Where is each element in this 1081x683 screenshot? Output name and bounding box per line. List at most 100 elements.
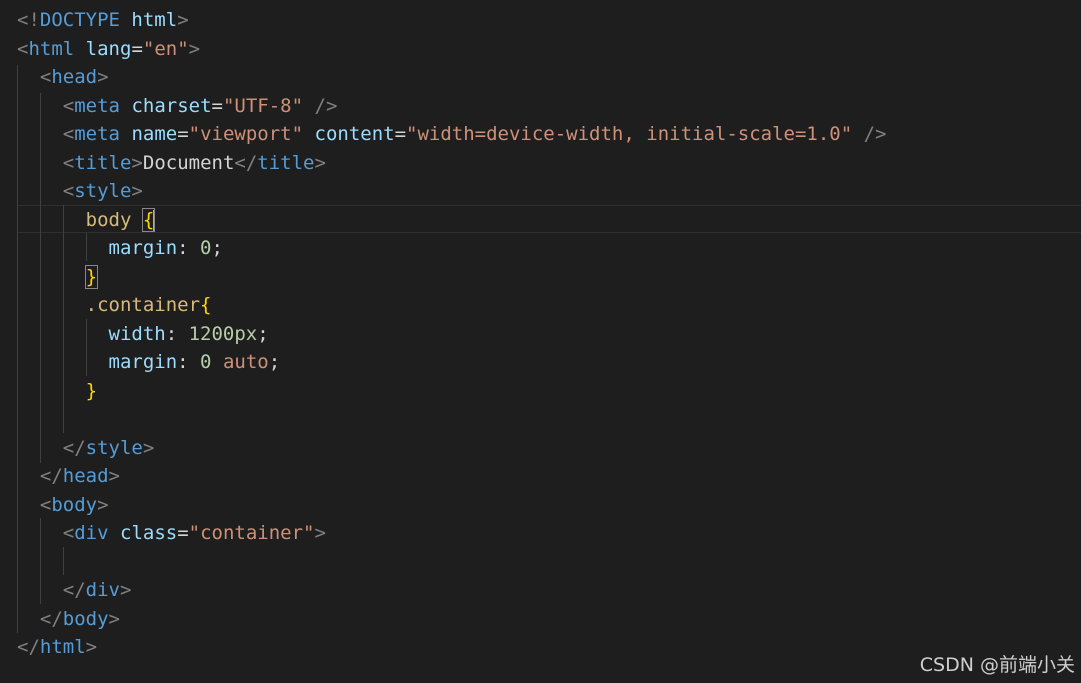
code-line-text: margin: 0; [17,234,223,263]
code-token: ; [268,351,281,373]
code-line[interactable]: <meta name="viewport" content="width=dev… [0,120,1081,149]
code-token: < [39,493,52,516]
code-token: /> [314,94,338,117]
code-token: : [165,322,189,345]
code-token: div [74,522,109,544]
code-line[interactable]: <title>Document</title> [0,149,1081,178]
code-line-text: <title>Document</title> [17,149,326,178]
code-line[interactable]: <div class="container"> [0,519,1081,548]
code-line-text: </head> [17,462,120,491]
code-token: title [74,151,132,174]
code-line[interactable]: <head> [0,63,1081,92]
code-line[interactable]: <body> [0,491,1081,520]
code-token: : [177,351,201,373]
code-token: > [188,37,201,60]
code-token: > [131,180,143,202]
code-line[interactable]: margin: 0; [0,234,1081,263]
code-token: name [131,123,178,145]
code-token: > [177,9,189,31]
code-line[interactable]: <!DOCTYPE html> [0,6,1081,35]
code-token: style [74,180,132,202]
code-token: </ [62,436,86,459]
code-token: } [84,264,99,289]
code-token: auto [222,351,269,373]
code-token: : [177,237,201,259]
code-token: DOCTYPE [39,9,120,31]
code-line[interactable]: </body> [0,605,1081,634]
code-line[interactable]: .container{ [0,291,1081,320]
code-line[interactable]: } [0,263,1081,292]
code-token: /> [863,123,887,145]
code-line[interactable]: body { [0,206,1081,235]
code-token: </ [17,636,40,658]
code-token: > [314,151,326,174]
code-line[interactable] [0,548,1081,577]
code-token: head [51,66,98,88]
code-token: < [62,522,75,544]
code-token: class [120,522,178,544]
code-line[interactable]: <style> [0,177,1081,206]
code-line[interactable] [0,405,1081,434]
code-token: < [17,37,29,60]
code-line-text: </body> [17,605,120,634]
code-line-text: margin: 0 auto; [17,348,281,377]
code-token: = [394,123,407,145]
code-token: < [62,151,75,174]
code-line[interactable]: width: 1200px; [0,320,1081,349]
code-token: > [97,493,109,516]
code-token: head [62,465,109,487]
code-line[interactable]: </div> [0,576,1081,605]
code-token: .container [85,294,201,316]
code-token: > [314,522,326,544]
code-token: 0 [200,237,212,259]
code-line-text: <style> [17,177,143,206]
code-token: } [85,379,98,402]
code-token: = [131,37,143,60]
code-token: < [39,66,52,88]
code-token: charset [131,94,212,117]
code-token: ; [211,237,223,259]
code-line-text: <head> [17,63,109,92]
code-token: "en" [142,37,189,60]
code-editor[interactable]: <!DOCTYPE html> <html lang="en"> <head> <… [0,0,1081,683]
code-line-text: </html> [17,633,97,662]
code-line-text: <html lang="en"> [17,35,200,64]
code-token: > [119,579,132,601]
code-token: "UTF-8" [222,94,304,117]
code-token: meta [74,94,120,117]
code-token: margin [108,351,178,373]
code-line-text: body { [17,206,156,235]
code-line[interactable]: <html lang="en"> [0,35,1081,64]
code-token: > [108,465,120,487]
code-line[interactable]: <meta charset="UTF-8" /> [0,92,1081,121]
code-token: margin [108,237,178,259]
code-token: = [211,94,223,117]
code-token: meta [74,123,120,145]
code-line[interactable]: } [0,377,1081,406]
code-line[interactable]: margin: 0 auto; [0,348,1081,377]
code-token: < [62,180,75,202]
code-token: html [131,9,178,31]
code-line[interactable]: </head> [0,462,1081,491]
text-cursor [153,209,156,231]
code-token: body [62,607,109,630]
code-token: > [97,66,109,88]
code-token: 1200px [188,322,258,345]
code-line-text: <!DOCTYPE html> [17,6,189,35]
code-line[interactable]: </style> [0,434,1081,463]
